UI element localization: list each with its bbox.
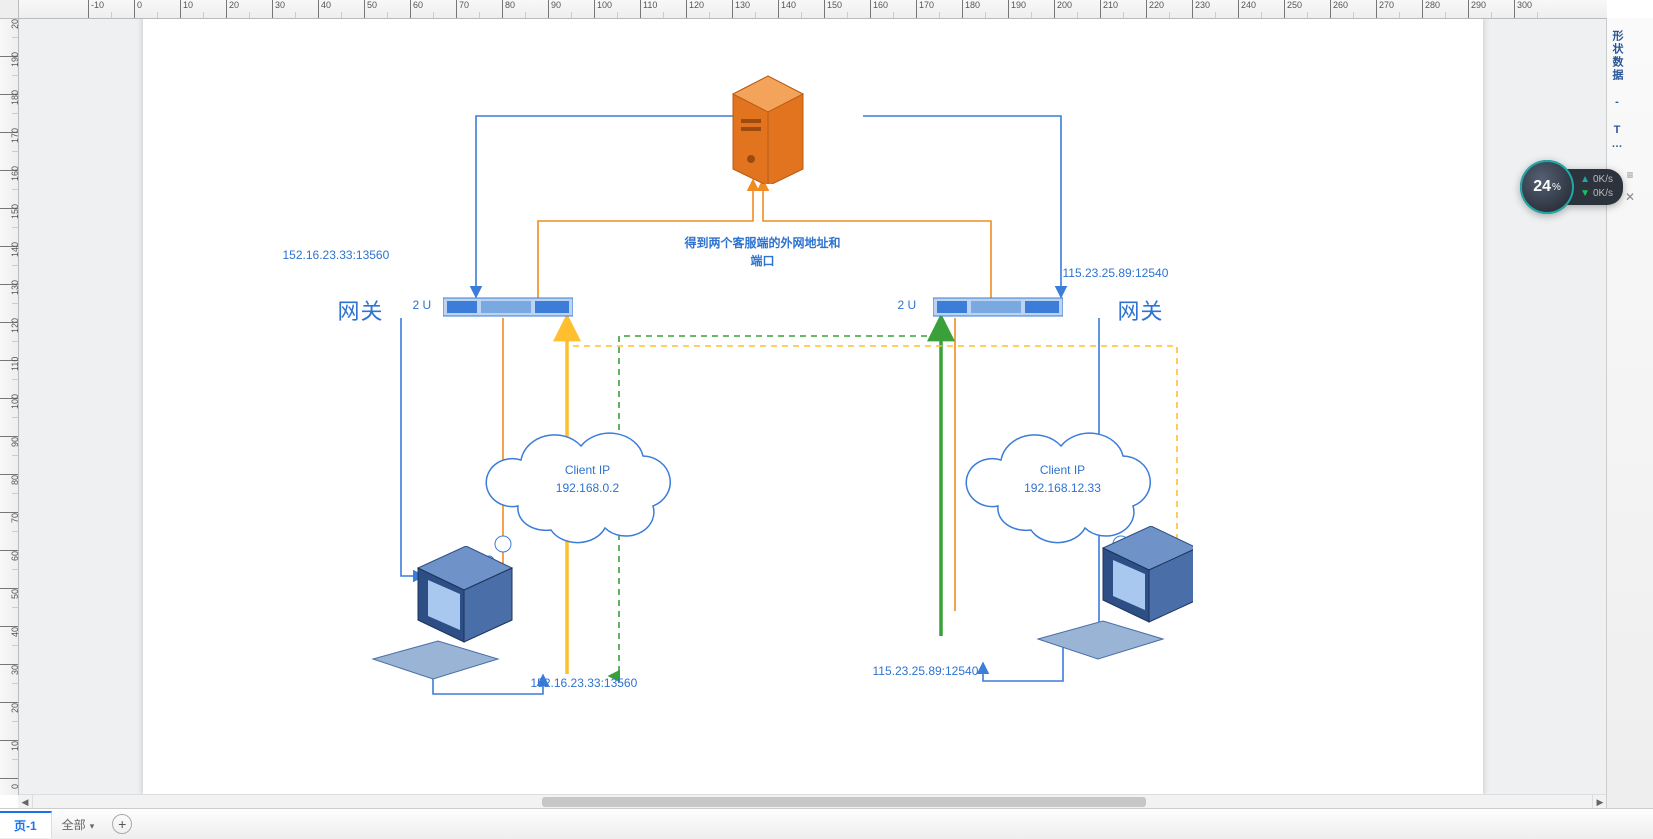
gauge-download: 0K/s [1580,187,1613,201]
rack-right-label: 2 U [898,298,917,312]
drawing-canvas[interactable]: 网关 2 U 2 U 网关 152.16.23.33:13560 115.23.… [18,18,1607,809]
rack-left-label: 2 U [413,298,432,312]
ruler-corner [0,0,19,19]
server-caption-line2: 端口 [750,254,774,268]
gauge-upload: 0K/s [1580,173,1613,187]
gateway-left-icon[interactable] [443,296,573,320]
gateway-right-label: 网关 [1118,294,1164,326]
client-right-pc-icon[interactable] [1033,526,1193,666]
ruler-vertical: 2001901801701601501401301201101009080706… [0,18,19,795]
nat-right-top-label: 115.23.25.89:12540 [1063,266,1169,280]
performance-gauge[interactable]: 24% 0K/s 0K/s [1520,160,1623,214]
page-tab-bar: 页-1 全部 + [0,808,1653,839]
server-icon[interactable] [723,64,813,184]
add-page-button[interactable]: + [112,814,132,834]
gateway-right-icon[interactable] [933,296,1063,320]
gateway-left-label: 网关 [338,294,384,326]
page[interactable]: 网关 2 U 2 U 网关 152.16.23.33:13560 115.23.… [143,18,1483,796]
connector-layer [143,18,1483,796]
scroll-left-arrow-icon[interactable]: ◀ [18,795,33,809]
scroll-right-arrow-icon[interactable]: ▶ [1592,795,1607,809]
horizontal-scrollbar[interactable]: ◀ ▶ [18,794,1607,809]
gauge-percent: 24% [1520,160,1574,214]
nat-right-bottom-label: 115.23.25.89:12540 [873,664,979,678]
gauge-percent-value: 24 [1533,178,1551,196]
shape-data-panel[interactable]: 形状数据 - T… ≡ ✕ [1606,18,1653,809]
client-left-ip-line1: Client IP [565,463,610,477]
server-caption: 得到两个客服端的外网地址和 端口 [663,234,863,270]
scope-dropdown[interactable]: 全部 [52,812,105,837]
client-left-ip-line2: 192.168.0.2 [556,481,619,495]
scroll-thumb[interactable] [542,797,1146,807]
client-left-ip: Client IP 192.168.0.2 [533,461,643,497]
client-right-ip: Client IP 192.168.12.33 [1003,461,1123,497]
nat-left-top-label: 152.16.23.33:13560 [283,248,390,262]
server-caption-line1: 得到两个客服端的外网地址和 [684,236,840,250]
shape-data-title: 形状数据 - T… [1607,18,1627,164]
client-left-pc-icon[interactable] [368,546,528,686]
client-right-ip-line2: 192.168.12.33 [1024,481,1101,495]
ruler-horizontal: -100102030405060708090100110120130140150… [18,0,1607,19]
gauge-percent-unit: % [1552,182,1561,193]
client-right-ip-line1: Client IP [1040,463,1085,477]
page-tab-1[interactable]: 页-1 [0,811,52,838]
nat-left-bottom-label: 152.16.23.33:13560 [531,676,638,690]
